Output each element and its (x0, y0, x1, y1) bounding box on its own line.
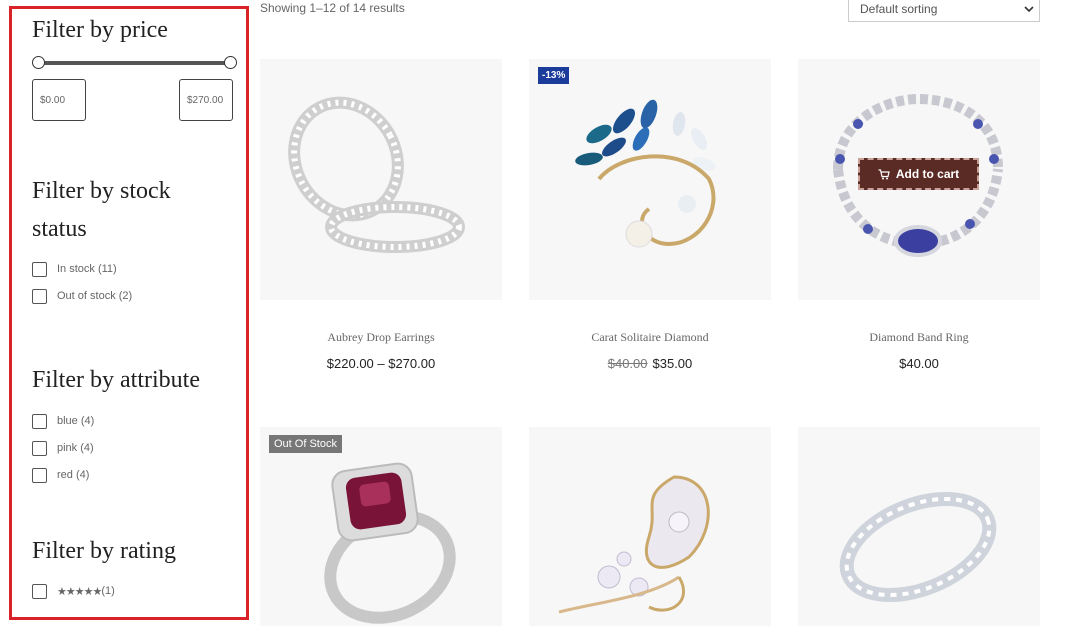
sort-select[interactable]: Default sorting (848, 0, 1040, 22)
option-label: pink (57, 442, 78, 454)
stock-option-in-stock[interactable]: In stock (11) (32, 261, 117, 277)
option-label: blue (57, 415, 78, 427)
add-to-cart-button[interactable]: Add to cart (858, 158, 979, 190)
attribute-option-pink[interactable]: pink (4) (32, 440, 94, 456)
band-ring-image (839, 491, 997, 603)
option-label: red (57, 469, 73, 481)
price-slider-max-handle[interactable] (224, 56, 237, 69)
product-price: $220.00 – $270.00 (326, 356, 436, 371)
product-price: $40.00 (899, 356, 939, 371)
option-count: (11) (97, 263, 117, 275)
star-rating-icon: ★★★★★ (57, 585, 102, 598)
filter-price-title: Filter by price (32, 17, 168, 43)
floral-brooch-image (558, 475, 710, 614)
brooch-image (575, 99, 716, 248)
checkbox[interactable] (32, 261, 47, 277)
attribute-option-blue[interactable]: blue (4) (32, 413, 94, 429)
option-count: (2) (118, 290, 133, 302)
checkbox[interactable] (32, 288, 47, 304)
checkbox[interactable] (32, 413, 47, 429)
current-price: $35.00 (652, 356, 693, 371)
option-count: (4) (80, 415, 95, 427)
checkbox[interactable] (32, 440, 47, 456)
filter-stock-title: Filter by stock status (32, 172, 171, 248)
product-image-6[interactable] (798, 427, 1040, 626)
chevron-down-icon (1024, 6, 1034, 13)
filter-stock-title-line1: Filter by stock (32, 178, 171, 204)
checkbox[interactable] (32, 467, 47, 483)
old-price: $40.00 (607, 356, 648, 371)
filter-stock-title-line2: status (32, 216, 87, 242)
rating-option-5-stars[interactable]: ★★★★★ (1) (32, 583, 115, 599)
add-to-cart-label: Add to cart (895, 167, 960, 181)
ring-pair-image (288, 96, 465, 253)
option-label: In stock (57, 263, 95, 275)
product-image-aubrey-drop-earrings[interactable] (260, 59, 502, 300)
sale-badge: -13% (538, 67, 570, 84)
product-name[interactable]: Aubrey Drop Earrings (260, 330, 502, 345)
option-count: (4) (75, 469, 90, 481)
max-price-input[interactable]: $270.00 (179, 79, 233, 121)
results-count: Showing 1–12 of 14 results (260, 1, 405, 15)
filter-sidebar: Filter by price $0.00 $270.00 Filter by … (9, 6, 249, 620)
price-slider-track[interactable] (36, 61, 230, 65)
product-image-5[interactable] (529, 427, 771, 626)
out-of-stock-badge: Out Of Stock (269, 435, 342, 453)
option-label: Out of stock (57, 290, 116, 302)
product-image-carat-solitaire-diamond[interactable] (529, 59, 771, 300)
product-image-4[interactable] (260, 427, 502, 626)
option-count: (4) (80, 442, 94, 454)
cart-icon (878, 168, 890, 179)
attribute-option-red[interactable]: red (4) (32, 467, 89, 483)
option-count: (1) (101, 585, 115, 597)
price-slider-min-handle[interactable] (32, 56, 45, 69)
min-price-input[interactable]: $0.00 (32, 79, 86, 121)
product-name[interactable]: Diamond Band Ring (798, 330, 1040, 345)
checkbox[interactable] (32, 583, 47, 599)
product-name[interactable]: Carat Solitaire Diamond (529, 330, 771, 345)
ruby-ring-image (324, 462, 456, 624)
filter-rating-title: Filter by rating (32, 538, 176, 564)
product-price: $40.00 $35.00 (529, 356, 771, 371)
sort-select-value: Default sorting (860, 2, 938, 16)
filter-attribute-title: Filter by attribute (32, 367, 200, 393)
stock-option-out-of-stock[interactable]: Out of stock (2) (32, 288, 132, 304)
